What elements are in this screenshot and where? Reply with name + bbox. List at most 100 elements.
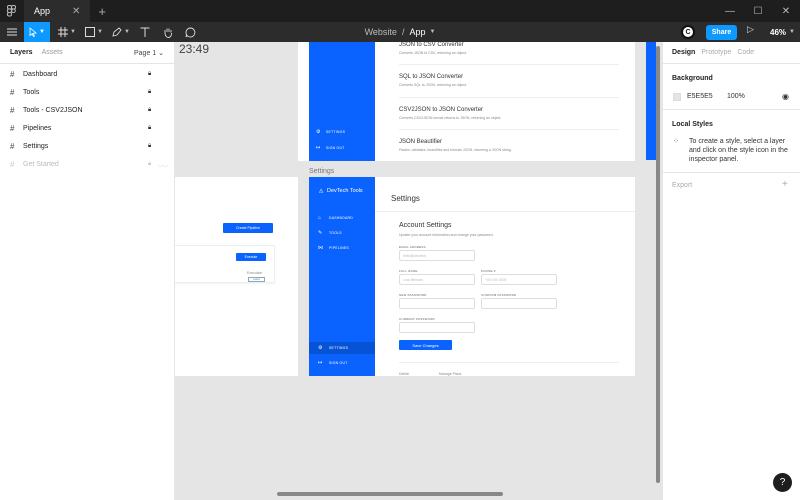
tab-code[interactable]: Code (737, 49, 754, 56)
maximize-icon[interactable]: ☐ (744, 0, 772, 22)
divider (399, 129, 619, 130)
email-field[interactable]: hello@devtech (399, 250, 475, 261)
shape-tool-button[interactable]: ▼ (82, 22, 106, 42)
present-play-icon[interactable]: ▷ (747, 24, 754, 35)
lock-icon[interactable]: 🔒︎ (148, 71, 151, 78)
breadcrumb-project[interactable]: Website (365, 27, 397, 37)
hand-tool-button[interactable] (160, 22, 176, 42)
tab-prototype[interactable]: Prototype (701, 49, 731, 56)
background-opacity[interactable]: 100% (727, 93, 745, 100)
figma-logo-icon[interactable] (0, 0, 22, 22)
new-password-field[interactable] (399, 298, 475, 309)
chevron-down-icon: ▼ (124, 29, 130, 35)
frame-tool-button[interactable]: ▼ (55, 22, 79, 42)
hand-icon (164, 28, 172, 38)
signout-icon: ↦ (316, 145, 321, 151)
close-window-icon[interactable]: ✕ (772, 0, 800, 22)
frame-label-settings[interactable]: Settings (309, 168, 334, 175)
nav-dashboard[interactable]: DASHBOARD (329, 216, 353, 220)
layer-item-tools[interactable]: # Tools 🔒︎ (0, 83, 175, 101)
lock-icon[interactable]: 🔒︎ (148, 161, 151, 168)
style-grid-icon: ⁘ (673, 138, 679, 145)
pipeline-card[interactable]: Execute Execution Latest (175, 245, 275, 283)
title-bar: App ✕ + — ☐ ✕ (0, 0, 800, 22)
layer-item-tools-csv2json[interactable]: # Tools - CSV2JSON 🔒︎ (0, 101, 175, 119)
lock-icon[interactable]: 🔒︎ (148, 89, 151, 96)
frame-icon: # (10, 159, 15, 169)
background-hex[interactable]: E5E5E5 (687, 93, 713, 100)
nav-settings[interactable]: SETTINGS (329, 346, 348, 350)
share-button[interactable]: Share (706, 25, 737, 40)
frame-settings[interactable]: ◬ DevTech Tools ⌂ DASHBOARD ✎ TOOLS ⋈ PI… (309, 177, 635, 376)
frame-icon: # (10, 87, 15, 97)
fullname-field[interactable]: Lina Bernard (399, 274, 475, 285)
background-color-swatch[interactable] (673, 93, 681, 101)
nav-signout[interactable]: SIGN OUT (326, 146, 345, 150)
minimize-icon[interactable]: — (716, 0, 744, 22)
vertical-scrollbar[interactable] (656, 42, 660, 492)
zoom-dropdown[interactable]: 46% ▼ (770, 22, 795, 42)
window-controls: — ☐ ✕ (716, 0, 800, 22)
gear-icon: ⚙ (316, 129, 321, 135)
create-pipeline-button[interactable]: Create Pipeline (223, 223, 273, 233)
nav-settings[interactable]: SETTINGS (326, 130, 345, 134)
pipelines-icon: ⋈ (318, 245, 323, 251)
converter-title[interactable]: JSON Beautifier (399, 139, 442, 145)
layer-item-get-started[interactable]: # Get Started 🔒︎ ◡◡ (0, 155, 175, 173)
new-tab-icon[interactable]: + (98, 4, 106, 19)
execute-button[interactable]: Execute (236, 253, 266, 261)
pen-tool-button[interactable]: ▼ (109, 22, 133, 42)
left-panel-tabs: Layers Assets Page 1 ⌄ (0, 42, 174, 64)
tab-layers[interactable]: Layers (10, 49, 33, 56)
hidden-eye-icon[interactable]: ◡◡ (158, 161, 168, 168)
text-tool-button[interactable] (137, 22, 153, 42)
add-export-icon[interactable]: + (782, 179, 788, 190)
layer-name: Tools - CSV2JSON (23, 106, 83, 114)
save-changes-button[interactable]: Save Changes (399, 340, 452, 350)
layer-item-pipelines[interactable]: # Pipelines 🔒︎ (0, 119, 175, 137)
page-selector[interactable]: Page 1 ⌄ (134, 49, 164, 57)
close-tab-icon[interactable]: ✕ (72, 6, 80, 17)
frame-pipelines[interactable]: Create Pipeline Execute Execution Latest (175, 177, 298, 376)
toolbar: ▼ ▼ ▼ ▼ Website / App ▼ C Share ▷ 46% ▼ (0, 22, 800, 42)
chevron-down-icon[interactable]: ▼ (429, 29, 435, 35)
current-password-label: CURRENT PASSWORD (399, 317, 435, 321)
breadcrumb-separator: / (401, 27, 405, 37)
converter-title[interactable]: SQL to JSON Converter (399, 74, 463, 80)
confirm-password-field[interactable] (481, 298, 557, 309)
divider (663, 172, 800, 173)
nav-pipelines[interactable]: PIPELINES (329, 246, 349, 250)
lock-icon[interactable]: 🔒︎ (148, 107, 151, 114)
layer-item-dashboard[interactable]: # Dashboard 🔒︎ (0, 65, 175, 83)
converter-title[interactable]: CSV2JSON to JSON Converter (399, 107, 483, 113)
frame-tools[interactable]: ⚙ SETTINGS ↦ SIGN OUT JSON to CSV Conver… (298, 42, 635, 161)
phone-field[interactable]: +00 000 0000 (481, 274, 557, 285)
tab-assets[interactable]: Assets (42, 49, 63, 56)
avatar[interactable]: C (681, 25, 695, 39)
frame-icon: # (10, 105, 15, 115)
nav-signout[interactable]: SIGN OUT (329, 361, 348, 365)
eye-icon[interactable]: ◉ (782, 92, 789, 101)
breadcrumb-file[interactable]: App (409, 27, 425, 37)
help-button[interactable]: ? (773, 473, 792, 492)
signout-icon: ↦ (318, 360, 323, 366)
lock-icon[interactable]: 🔒︎ (148, 125, 151, 132)
layer-item-settings[interactable]: # Settings 🔒︎ (0, 137, 175, 155)
lock-icon[interactable]: 🔒︎ (148, 143, 151, 150)
move-tool-button[interactable]: ▼ (24, 22, 50, 42)
tab-design[interactable]: Design (672, 49, 695, 56)
comment-tool-button[interactable] (182, 22, 198, 42)
canvas[interactable]: 23:49 ⚙ SETTINGS ↦ SIGN OUT JSON to CSV … (175, 42, 662, 500)
design-panel: Design Prototype Code Background E5E5E5 … (662, 42, 800, 500)
layer-name: Dashboard (23, 70, 58, 78)
layer-name: Settings (23, 142, 49, 150)
nav-tools[interactable]: TOOLS (329, 231, 342, 235)
file-tab[interactable]: App ✕ (24, 0, 91, 22)
current-password-field[interactable] (399, 322, 475, 333)
horizontal-scrollbar[interactable] (277, 492, 503, 496)
main-menu-icon[interactable] (0, 22, 24, 42)
scrollbar-thumb[interactable] (656, 46, 660, 483)
converter-title[interactable]: JSON to CSV Converter (399, 42, 464, 48)
brand-name: DevTech Tools (327, 188, 363, 194)
layer-name: Get Started (23, 160, 59, 168)
